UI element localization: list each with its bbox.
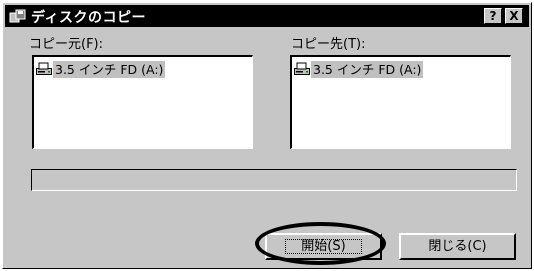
window-title: ディスクのコピー: [31, 10, 147, 26]
title-bar: ディスクのコピー ? X: [5, 5, 529, 27]
disk-copy-icon: [9, 9, 26, 23]
source-drive-label: 3.5 インチ FD (A:): [53, 60, 166, 78]
close-window-button[interactable]: X: [505, 8, 523, 24]
start-button[interactable]: 開始(S): [265, 233, 382, 260]
floppy-drive-icon: [36, 62, 52, 75]
close-button[interactable]: 閉じる(C): [399, 233, 516, 260]
destination-drive-item[interactable]: 3.5 インチ FD (A:): [294, 60, 424, 78]
destination-drive-label: 3.5 インチ FD (A:): [311, 60, 424, 78]
source-label: コピー元(F):: [29, 37, 104, 52]
copy-disk-dialog: ディスクのコピー ? X コピー元(F): コピー先(T): 3.5 インチ F…: [2, 2, 532, 269]
floppy-drive-icon: [294, 62, 310, 75]
destination-drive-list[interactable]: 3.5 インチ FD (A:): [290, 55, 511, 149]
start-button-label: 開始(S): [301, 239, 346, 254]
destination-label: コピー先(T):: [291, 37, 366, 52]
help-button[interactable]: ?: [484, 8, 502, 24]
source-drive-list[interactable]: 3.5 インチ FD (A:): [32, 55, 253, 149]
source-drive-item[interactable]: 3.5 インチ FD (A:): [36, 60, 166, 78]
close-button-label: 閉じる(C): [428, 239, 487, 254]
progress-bar: [31, 169, 517, 191]
